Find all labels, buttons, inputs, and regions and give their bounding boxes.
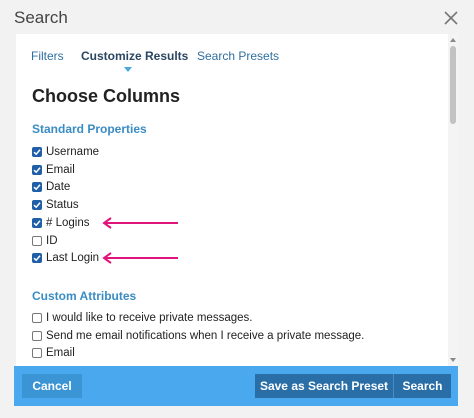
checkmark-icon bbox=[33, 202, 41, 209]
search-dialog: Search Filters Customize Results Search … bbox=[0, 0, 474, 418]
arrow-left-icon bbox=[102, 216, 178, 229]
custom-attribute-row[interactable]: I would like to receive private messages… bbox=[32, 311, 252, 325]
standard-property-label: Username bbox=[46, 146, 100, 158]
standard-property-label: Date bbox=[46, 181, 71, 194]
section-heading: Choose Columns bbox=[32, 86, 181, 106]
custom-attribute-row[interactable]: Email bbox=[32, 346, 75, 360]
save-as-search-preset-button[interactable]: Save as Search Preset bbox=[255, 374, 393, 398]
active-tab-indicator bbox=[124, 67, 132, 72]
scrollbar-thumb[interactable] bbox=[450, 46, 456, 124]
standard-property-row[interactable]: Email bbox=[32, 163, 75, 177]
tab-search-presets[interactable]: Search Presets bbox=[197, 49, 279, 63]
standard-property-label: ID bbox=[46, 234, 58, 247]
standard-property-label: Email bbox=[46, 163, 75, 176]
standard-property-row[interactable]: # Logins bbox=[32, 216, 89, 230]
standard-property-row[interactable]: Username bbox=[32, 145, 99, 159]
tab-bar: Filters Customize Results Search Presets bbox=[16, 34, 446, 74]
standard-property-row[interactable]: Status bbox=[32, 198, 79, 212]
standard-property-row[interactable]: ID bbox=[32, 234, 58, 248]
checkmark-icon bbox=[33, 166, 41, 173]
tab-customize-results[interactable]: Customize Results bbox=[81, 49, 188, 63]
standard-property-checkbox[interactable] bbox=[32, 253, 42, 264]
standard-property-label: Status bbox=[46, 199, 79, 212]
search-button[interactable]: Search bbox=[393, 374, 451, 398]
custom-attribute-checkbox[interactable] bbox=[32, 313, 42, 323]
standard-property-checkbox[interactable] bbox=[32, 182, 42, 193]
custom-attribute-checkbox[interactable] bbox=[32, 330, 42, 341]
cancel-button[interactable]: Cancel bbox=[22, 374, 82, 398]
close-button[interactable] bbox=[442, 9, 460, 27]
standard-property-checkbox[interactable] bbox=[32, 200, 42, 211]
dialog-title: Search bbox=[14, 8, 68, 27]
checkmark-icon bbox=[33, 184, 41, 191]
scroll-down-icon[interactable] bbox=[449, 356, 457, 364]
standard-property-row[interactable]: Date bbox=[32, 180, 70, 194]
standard-property-checkbox[interactable] bbox=[32, 235, 42, 246]
standard-property-checkbox[interactable] bbox=[32, 147, 42, 157]
standard-property-label: Last Login bbox=[46, 252, 100, 265]
checkmark-icon bbox=[33, 255, 41, 262]
standard-property-checkbox[interactable] bbox=[32, 217, 42, 228]
custom-attribute-label: Send me email notifications when I recei… bbox=[46, 329, 365, 342]
checkmark-icon bbox=[33, 149, 41, 156]
close-icon bbox=[444, 11, 458, 25]
custom-attribute-row[interactable]: Send me email notifications when I recei… bbox=[32, 329, 364, 343]
vertical-scrollbar[interactable] bbox=[448, 34, 458, 366]
custom-attribute-label: I would like to receive private messages… bbox=[46, 312, 253, 324]
dialog-footer: Cancel Save as Search Preset Search bbox=[14, 366, 458, 406]
custom-attributes-heading: Custom Attributes bbox=[32, 289, 137, 303]
standard-properties-heading: Standard Properties bbox=[32, 122, 147, 136]
content-panel: Filters Customize Results Search Presets… bbox=[16, 34, 458, 366]
standard-property-checkbox[interactable] bbox=[32, 164, 42, 175]
tab-filters[interactable]: Filters bbox=[31, 49, 64, 63]
standard-property-label: # Logins bbox=[46, 216, 90, 229]
custom-attribute-checkbox[interactable] bbox=[32, 348, 42, 358]
arrow-left-icon bbox=[102, 252, 178, 265]
checkmark-icon bbox=[33, 220, 41, 227]
standard-property-row[interactable]: Last Login bbox=[32, 251, 99, 265]
scroll-up-icon[interactable] bbox=[449, 36, 457, 44]
custom-attribute-label: Email bbox=[46, 347, 75, 359]
